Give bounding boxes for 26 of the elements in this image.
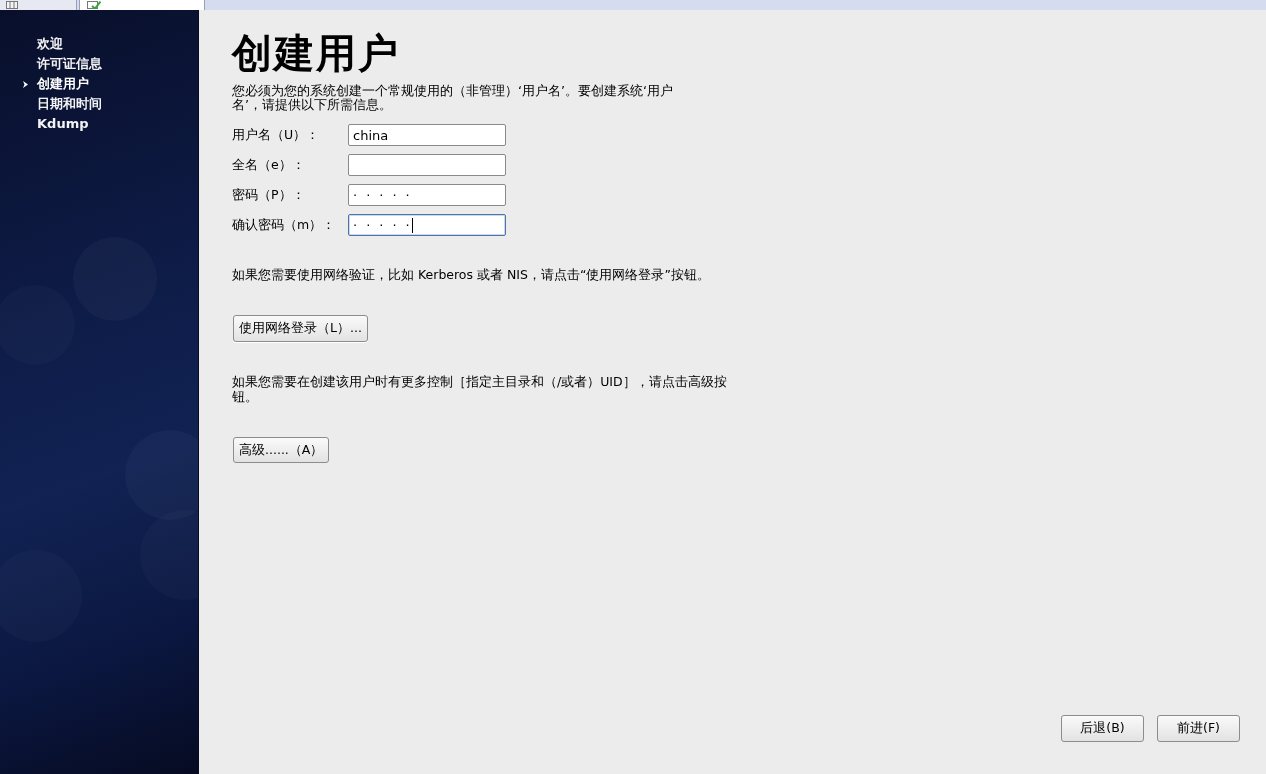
field-label: 确认密码（m）： [232,215,337,234]
grid-icon [6,1,18,9]
field-label: 用户名（U）： [232,125,321,144]
back-button[interactable]: 后退(B) [1061,715,1144,742]
sidebar-item: 许可证信息 [37,55,102,73]
sidebar-item: 创建用户 [37,75,89,93]
password-field[interactable]: ····· [348,184,506,206]
sidebar-item: 日期和时间 [37,95,102,113]
advanced-note: 如果您需要在创建该用户时有更多控制［指定主目录和（/或者）UID］，请点击高级按钮。 [232,374,728,404]
network-note: 如果您需要使用网络验证，比如 Kerberos 或者 NIS，请点击“使用网络登录”按钮。 [232,267,710,282]
field-label: 密码（P）： [232,185,306,204]
page-title: 创建用户 [232,30,400,76]
text-cursor-icon [411,217,413,233]
input-field[interactable]: china [348,124,506,146]
intro-text: 您必须为您的系统创建一个常规使用的（非管理）‘用户名’。要创建系统‘用户名’，请提供以下所需信息。 [232,84,674,112]
sidebar-item: 欢迎 [37,35,63,53]
password-field[interactable]: ····· [348,214,506,236]
advanced-button[interactable]: 高级......（A） [233,437,330,463]
network-login-button[interactable]: 使用网络登录（L）... [233,315,368,342]
tab[interactable] [79,0,205,10]
document-check-icon [87,1,101,9]
next-button[interactable]: 前进(F) [1157,715,1240,742]
field-label: 全名（e）： [232,155,306,174]
input-field[interactable] [348,154,506,176]
sidebar-item: Kdump [37,115,89,133]
tab[interactable] [0,0,77,10]
